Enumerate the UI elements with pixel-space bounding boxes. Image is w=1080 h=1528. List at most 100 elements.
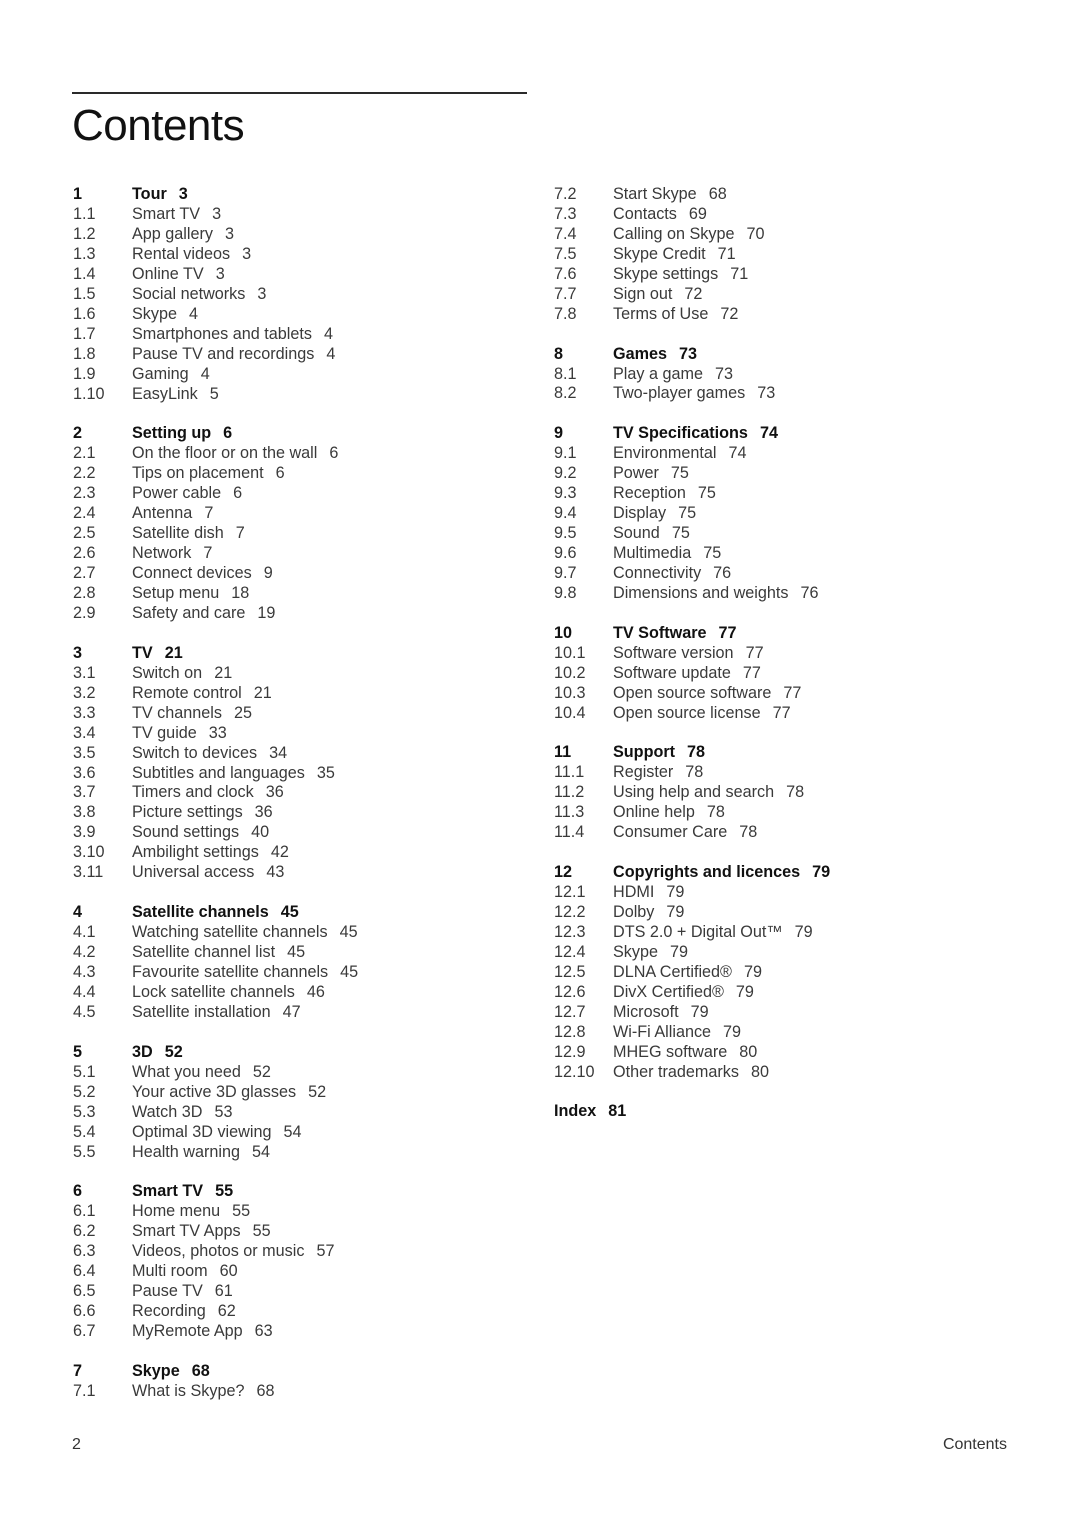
toc-entry[interactable]: 9.4 Display 75: [554, 504, 1024, 524]
toc-entry[interactable]: 1.1 Smart TV 3: [73, 205, 533, 225]
toc-entry[interactable]: 5.5 Health warning 54: [73, 1143, 533, 1163]
toc-chapter-heading[interactable]: 1 Tour 3: [73, 185, 533, 205]
toc-entry[interactable]: 7.3 Contacts 69: [554, 205, 1024, 225]
toc-chapter-heading[interactable]: 7 Skype 68: [73, 1362, 533, 1382]
toc-entry[interactable]: 6.5 Pause TV 61: [73, 1282, 533, 1302]
toc-entry[interactable]: 3.11 Universal access 43: [73, 863, 533, 883]
toc-entry[interactable]: 8.1 Play a game 73: [554, 365, 1024, 385]
toc-entry[interactable]: 3.3 TV channels 25: [73, 704, 533, 724]
toc-entry[interactable]: 6.3 Videos, photos or music 57: [73, 1242, 533, 1262]
toc-chapter-heading[interactable]: 3 TV 21: [73, 644, 533, 664]
toc-entry[interactable]: 10.2 Software update 77: [554, 664, 1024, 684]
toc-entry[interactable]: 2.9 Safety and care 19: [73, 604, 533, 624]
toc-entry[interactable]: 1.5 Social networks 3: [73, 285, 533, 305]
toc-chapter-heading[interactable]: 12 Copyrights and licences 79: [554, 863, 1024, 883]
toc-entry[interactable]: 5.2 Your active 3D glasses 52: [73, 1083, 533, 1103]
toc-entry[interactable]: 3.7 Timers and clock 36: [73, 783, 533, 803]
toc-entry[interactable]: 6.1 Home menu 55: [73, 1202, 533, 1222]
toc-entry[interactable]: 12.3 DTS 2.0 + Digital Out™ 79: [554, 923, 1024, 943]
toc-entry[interactable]: 9.8 Dimensions and weights 76: [554, 584, 1024, 604]
toc-chapter-heading[interactable]: 10 TV Software 77: [554, 624, 1024, 644]
toc-chapter-heading[interactable]: 4 Satellite channels 45: [73, 903, 533, 923]
toc-entry[interactable]: 1.4 Online TV 3: [73, 265, 533, 285]
toc-chapter-heading[interactable]: 8 Games 73: [554, 345, 1024, 365]
entry-title: Register: [613, 763, 674, 782]
toc-entry[interactable]: 12.5 DLNA Certified® 79: [554, 963, 1024, 983]
toc-chapter-heading[interactable]: 2 Setting up 6: [73, 424, 533, 444]
toc-entry[interactable]: 9.3 Reception 75: [554, 484, 1024, 504]
toc-entry[interactable]: 7.8 Terms of Use 72: [554, 305, 1024, 325]
toc-entry[interactable]: 1.9 Gaming 4: [73, 365, 533, 385]
toc-entry[interactable]: 7.4 Calling on Skype 70: [554, 225, 1024, 245]
toc-entry[interactable]: 2.7 Connect devices 9: [73, 564, 533, 584]
toc-entry[interactable]: 4.4 Lock satellite channels 46: [73, 983, 533, 1003]
toc-entry[interactable]: 10.4 Open source license 77: [554, 704, 1024, 724]
toc-entry[interactable]: 12.9 MHEG software 80: [554, 1043, 1024, 1063]
toc-entry[interactable]: 5.4 Optimal 3D viewing 54: [73, 1123, 533, 1143]
toc-entry[interactable]: 7.5 Skype Credit 71: [554, 245, 1024, 265]
toc-entry[interactable]: 4.1 Watching satellite channels 45: [73, 923, 533, 943]
toc-entry[interactable]: 7.2 Start Skype 68: [554, 185, 1024, 205]
toc-entry[interactable]: 6.6 Recording 62: [73, 1302, 533, 1322]
toc-entry[interactable]: 2.6 Network 7: [73, 544, 533, 564]
toc-entry[interactable]: 8.2 Two-player games 73: [554, 384, 1024, 404]
toc-entry[interactable]: 4.2 Satellite channel list 45: [73, 943, 533, 963]
toc-chapter-heading[interactable]: 11 Support 78: [554, 743, 1024, 763]
toc-entry[interactable]: 12.6 DivX Certified® 79: [554, 983, 1024, 1003]
toc-entry[interactable]: 9.2 Power 75: [554, 464, 1024, 484]
toc-chapter-heading[interactable]: 6 Smart TV 55: [73, 1182, 533, 1202]
toc-entry[interactable]: 3.8 Picture settings 36: [73, 803, 533, 823]
toc-chapter-heading[interactable]: 5 3D 52: [73, 1043, 533, 1063]
toc-entry[interactable]: 3.10 Ambilight settings 42: [73, 843, 533, 863]
toc-entry[interactable]: 12.10 Other trademarks 80: [554, 1063, 1024, 1083]
entry-page-number: 25: [233, 703, 252, 722]
toc-index-entry[interactable]: Index 81: [554, 1102, 1024, 1122]
toc-entry[interactable]: 11.1 Register 78: [554, 763, 1024, 783]
toc-entry[interactable]: 1.7 Smartphones and tablets 4: [73, 325, 533, 345]
toc-entry[interactable]: 7.6 Skype settings 71: [554, 265, 1024, 285]
entry-page-number: 7: [204, 504, 214, 523]
toc-entry[interactable]: 12.7 Microsoft 79: [554, 1003, 1024, 1023]
toc-entry[interactable]: 6.2 Smart TV Apps 55: [73, 1222, 533, 1242]
toc-entry[interactable]: 6.4 Multi room 60: [73, 1262, 533, 1282]
toc-entry[interactable]: 3.4 TV guide 33: [73, 724, 533, 744]
toc-entry[interactable]: 2.3 Power cable 6: [73, 484, 533, 504]
toc-entry[interactable]: 7.1 What is Skype? 68: [73, 1382, 533, 1402]
toc-entry[interactable]: 1.8 Pause TV and recordings 4: [73, 345, 533, 365]
toc-chapter-heading[interactable]: 9 TV Specifications 74: [554, 424, 1024, 444]
toc-entry[interactable]: 12.2 Dolby 79: [554, 903, 1024, 923]
toc-entry[interactable]: 11.3 Online help 78: [554, 803, 1024, 823]
toc-entry[interactable]: 3.5 Switch to devices 34: [73, 744, 533, 764]
toc-entry[interactable]: 1.6 Skype 4: [73, 305, 533, 325]
toc-entry[interactable]: 2.5 Satellite dish 7: [73, 524, 533, 544]
toc-entry[interactable]: 3.6 Subtitles and languages 35: [73, 764, 533, 784]
toc-entry[interactable]: 5.1 What you need 52: [73, 1063, 533, 1083]
toc-entry[interactable]: 4.3 Favourite satellite channels 45: [73, 963, 533, 983]
toc-entry[interactable]: 9.1 Environmental 74: [554, 444, 1024, 464]
toc-entry[interactable]: 3.1 Switch on 21: [73, 664, 533, 684]
toc-entry[interactable]: 11.2 Using help and search 78: [554, 783, 1024, 803]
toc-entry[interactable]: 3.9 Sound settings 40: [73, 823, 533, 843]
toc-entry[interactable]: 2.4 Antenna 7: [73, 504, 533, 524]
toc-entry[interactable]: 1.2 App gallery 3: [73, 225, 533, 245]
toc-entry[interactable]: 5.3 Watch 3D 53: [73, 1103, 533, 1123]
toc-entry[interactable]: 2.8 Setup menu 18: [73, 584, 533, 604]
toc-entry[interactable]: 10.3 Open source software 77: [554, 684, 1024, 704]
toc-entry[interactable]: 10.1 Software version 77: [554, 644, 1024, 664]
toc-entry[interactable]: 6.7 MyRemote App 63: [73, 1322, 533, 1342]
toc-entry[interactable]: 3.2 Remote control 21: [73, 684, 533, 704]
toc-entry[interactable]: 2.1 On the floor or on the wall 6: [73, 444, 533, 464]
toc-entry[interactable]: 9.5 Sound 75: [554, 524, 1024, 544]
toc-entry[interactable]: 7.7 Sign out 72: [554, 285, 1024, 305]
toc-entry[interactable]: 12.8 Wi-Fi Alliance 79: [554, 1023, 1024, 1043]
toc-entry[interactable]: 2.2 Tips on placement 6: [73, 464, 533, 484]
toc-entry[interactable]: 12.1 HDMI 79: [554, 883, 1024, 903]
entry-number: 4.1: [73, 923, 96, 942]
toc-entry[interactable]: 4.5 Satellite installation 47: [73, 1003, 533, 1023]
toc-entry[interactable]: 9.6 Multimedia 75: [554, 544, 1024, 564]
toc-entry[interactable]: 11.4 Consumer Care 78: [554, 823, 1024, 843]
toc-entry[interactable]: 1.10 EasyLink 5: [73, 385, 533, 405]
toc-entry[interactable]: 1.3 Rental videos 3: [73, 245, 533, 265]
toc-entry[interactable]: 9.7 Connectivity 76: [554, 564, 1024, 584]
toc-entry[interactable]: 12.4 Skype 79: [554, 943, 1024, 963]
